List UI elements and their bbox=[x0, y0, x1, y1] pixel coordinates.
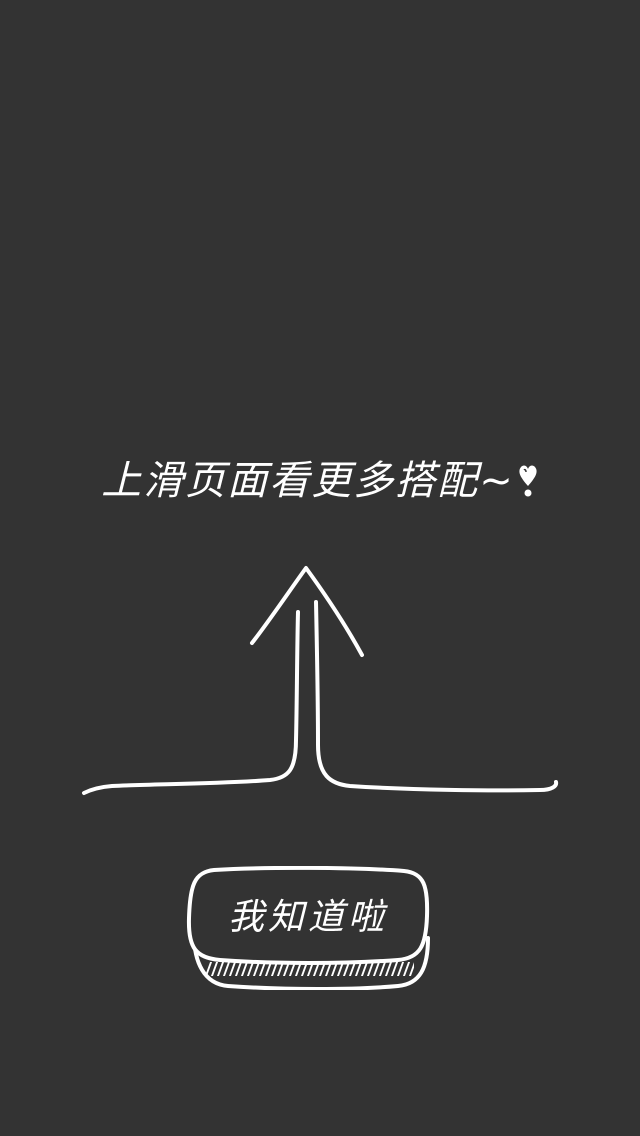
swipe-hint-label: 上滑页面看更多搭配~ bbox=[101, 458, 515, 504]
got-it-button[interactable]: 我知道啦 bbox=[184, 866, 432, 990]
swipe-hint-text: 上滑页面看更多搭配~ bbox=[0, 448, 640, 506]
heart-exclamation-icon bbox=[517, 462, 539, 497]
swipe-guide-overlay: 上滑页面看更多搭配~ 我知道啦 bbox=[0, 0, 640, 1136]
got-it-button-label: 我知道啦 bbox=[227, 897, 388, 938]
